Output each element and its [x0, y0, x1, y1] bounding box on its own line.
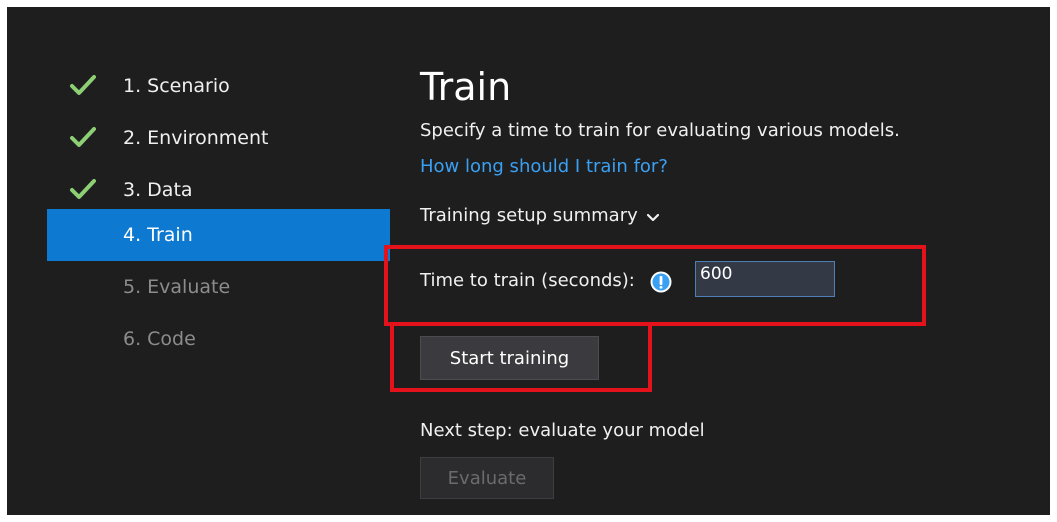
chevron-down-icon	[646, 213, 659, 221]
sidebar-item-label: 4. Train	[123, 224, 193, 246]
sidebar-item-train[interactable]: 4. Train	[47, 209, 390, 261]
sidebar-item-scenario[interactable]: 1. Scenario	[47, 60, 390, 112]
app-window: 1. Scenario 2. Environment 3. Data 4. Tr…	[7, 7, 1050, 515]
sidebar-item-label: 3. Data	[123, 179, 193, 201]
sidebar-item-code: 6. Code	[47, 313, 390, 365]
sidebar-item-environment[interactable]: 2. Environment	[47, 112, 390, 164]
sidebar-item-label: 1. Scenario	[123, 75, 230, 97]
sidebar-item-label: 2. Environment	[123, 127, 269, 149]
sidebar-item-label: 6. Code	[123, 328, 196, 350]
time-to-train-label: Time to train (seconds):	[420, 270, 635, 291]
start-training-button[interactable]: Start training	[420, 336, 599, 380]
info-icon[interactable]	[650, 271, 672, 293]
time-to-train-input[interactable]	[695, 261, 835, 297]
page-description: Specify a time to train for evaluating v…	[420, 120, 900, 141]
check-icon	[70, 127, 96, 147]
sidebar-item-evaluate: 5. Evaluate	[47, 261, 390, 313]
summary-label: Training setup summary	[420, 205, 638, 226]
sidebar-item-label: 5. Evaluate	[123, 276, 231, 298]
next-step-label: Next step: evaluate your model	[420, 420, 705, 441]
training-summary-toggle[interactable]: Training setup summary	[420, 205, 660, 226]
help-link[interactable]: How long should I train for?	[420, 156, 668, 177]
page-title: Train	[420, 65, 512, 109]
check-icon	[70, 179, 96, 199]
evaluate-button[interactable]: Evaluate	[420, 457, 554, 499]
check-icon	[70, 75, 96, 95]
